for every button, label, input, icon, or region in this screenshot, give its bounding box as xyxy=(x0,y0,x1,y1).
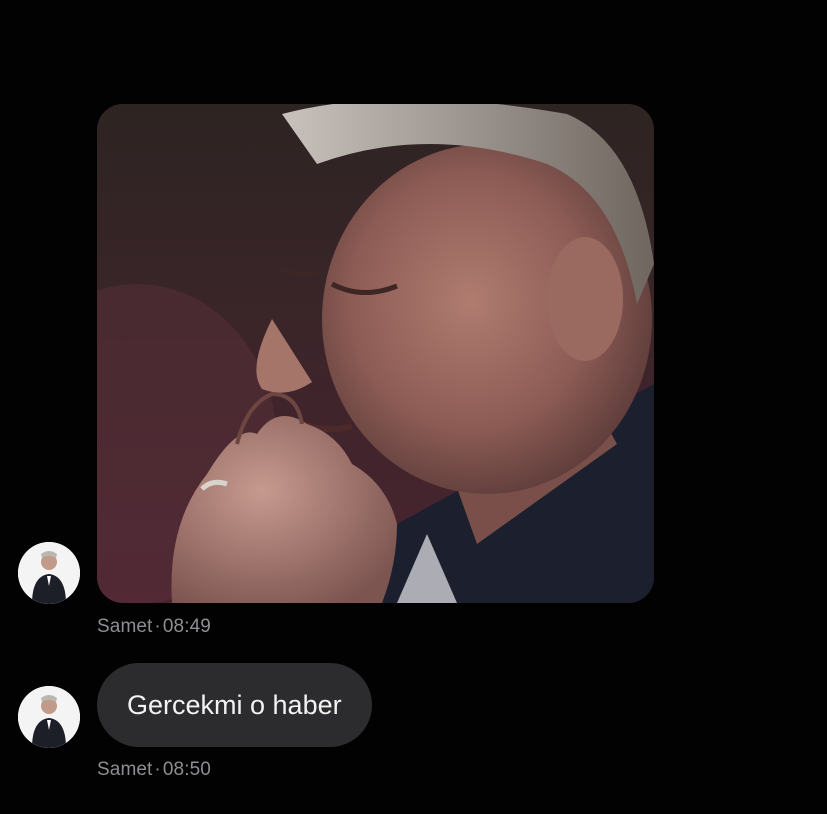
meta-separator: · xyxy=(154,616,161,637)
chat-thread: Samet · 08:49 Gercekmi o haber Samet · 08:50 xyxy=(0,0,827,814)
message-meta: Samet · 08:49 xyxy=(97,616,211,638)
message-text: Gercekmi o haber xyxy=(127,689,342,720)
sender-name: Samet xyxy=(97,616,153,637)
text-message-bubble[interactable]: Gercekmi o haber xyxy=(97,663,372,747)
message-time: 08:50 xyxy=(162,759,211,780)
sender-avatar[interactable] xyxy=(18,686,80,748)
avatar-person-icon xyxy=(18,542,80,604)
image-message[interactable] xyxy=(97,104,654,603)
sender-name: Samet xyxy=(97,759,153,780)
photo-icon xyxy=(97,104,654,603)
message-time: 08:49 xyxy=(162,616,211,637)
sender-avatar[interactable] xyxy=(18,542,80,604)
avatar-person-icon xyxy=(18,686,80,748)
message-meta: Samet · 08:50 xyxy=(97,759,211,781)
meta-separator: · xyxy=(154,759,161,780)
